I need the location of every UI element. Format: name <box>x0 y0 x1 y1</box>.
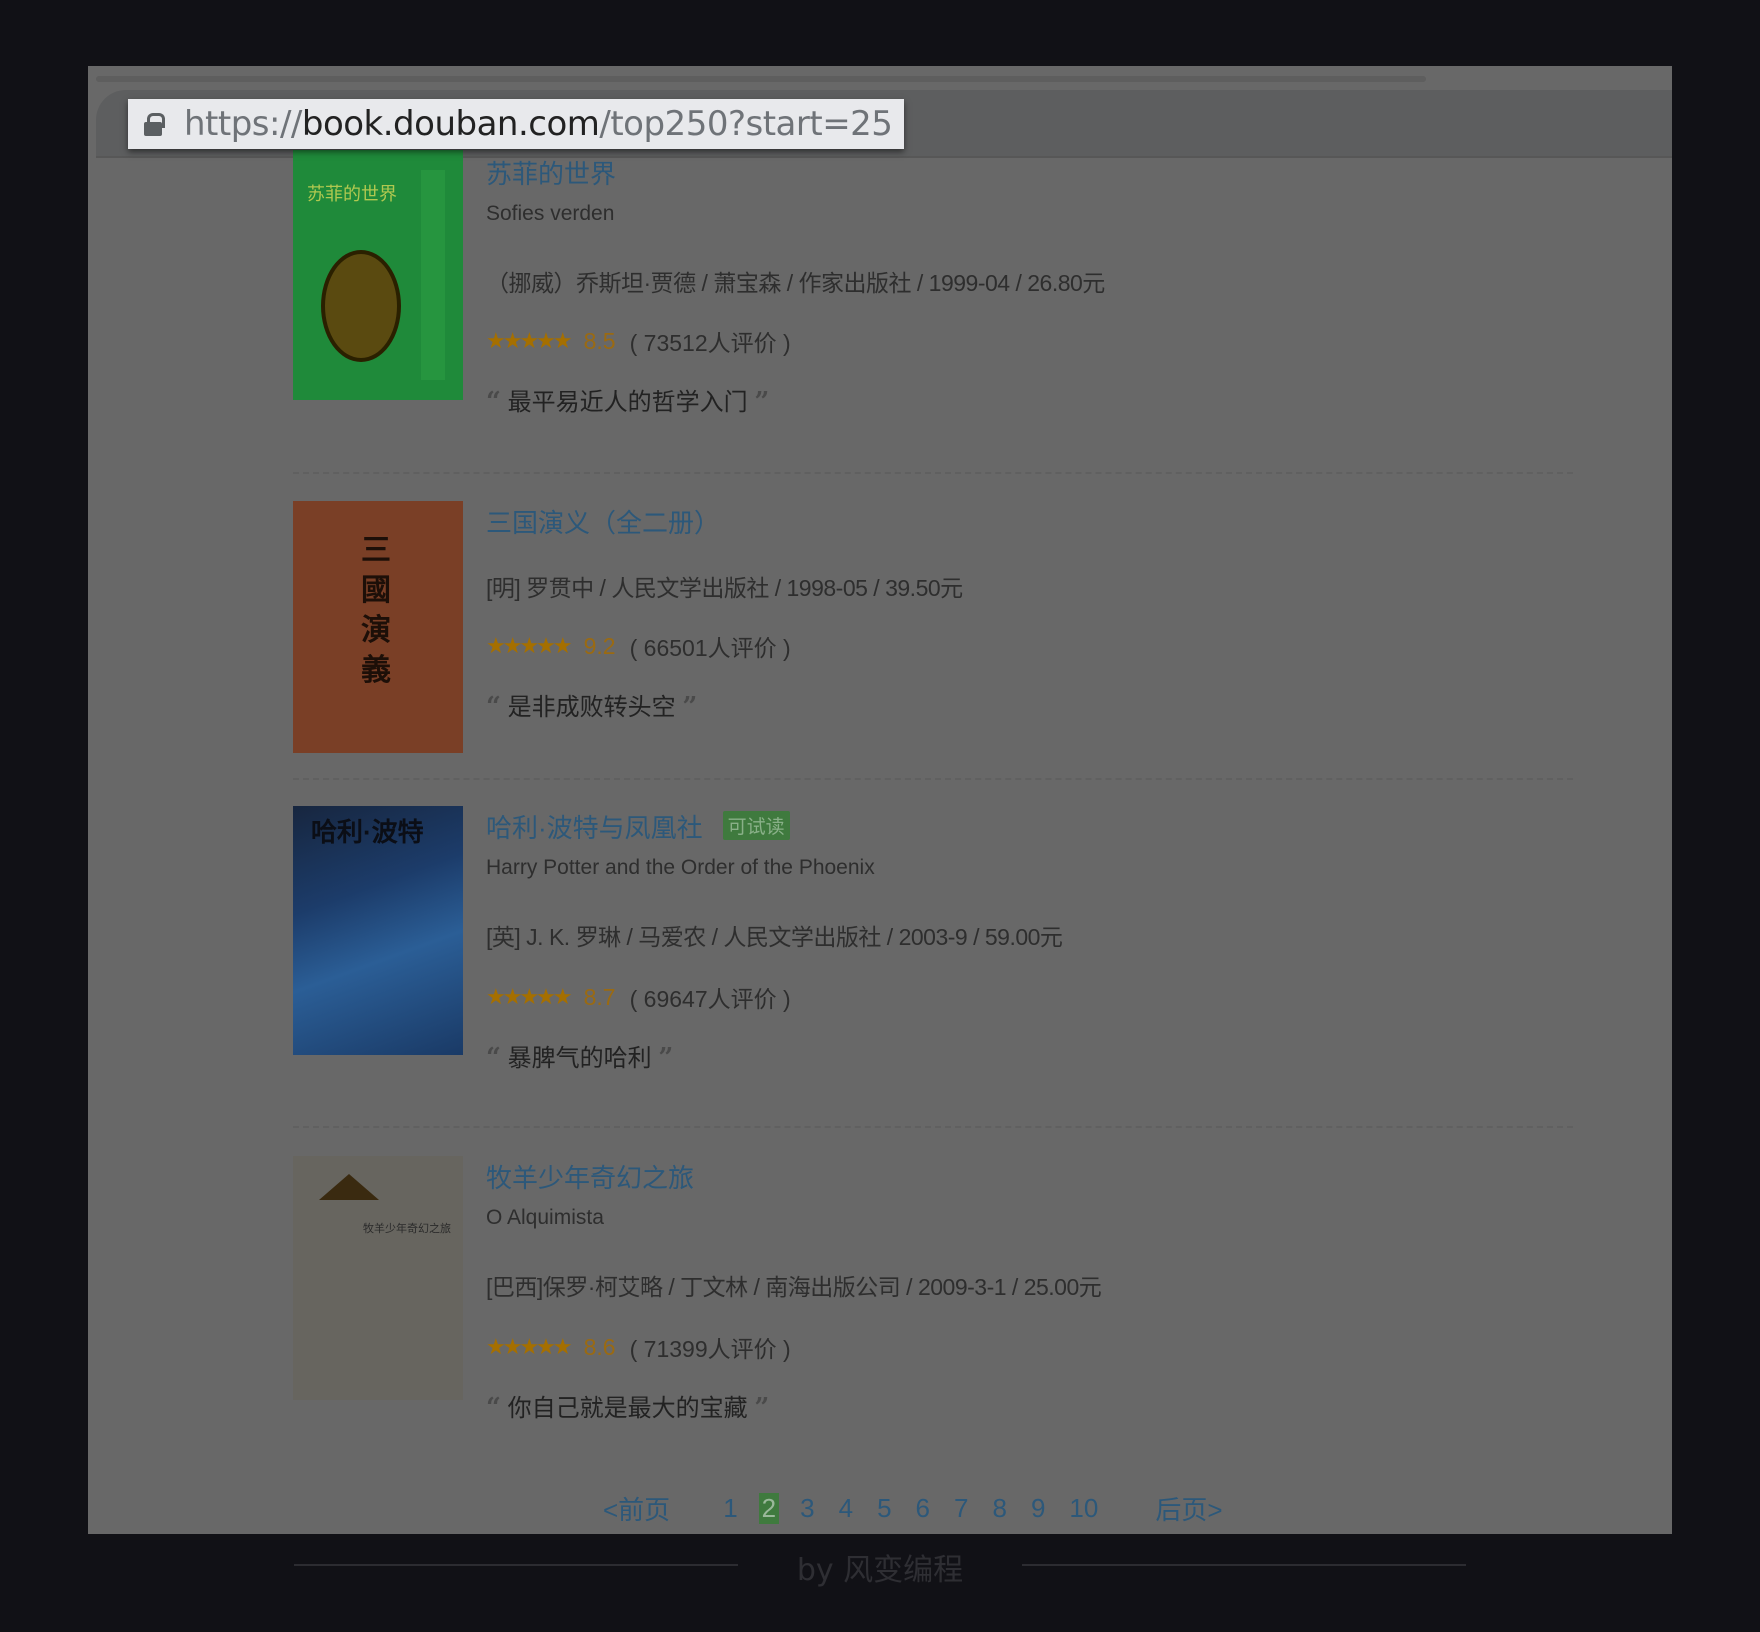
book-subtitle: Sofies verden <box>486 202 615 225</box>
rating-stars-icon: ★★★★★ <box>486 1334 573 1359</box>
book-rating: ★★★★★ 8.7( 69647人评价 ) <box>486 983 791 1013</box>
url-field[interactable]: https://book.douban.com/top250?start=25 <box>128 99 904 149</box>
book-cover[interactable]: 哈利·波特 <box>293 806 463 1055</box>
book-info: （挪威）乔斯坦·贾德 / 萧宝森 / 作家出版社 / 1999-04 / 26.… <box>486 270 1105 296</box>
book-cover[interactable]: 牧羊少年奇幻之旅 <box>293 1156 463 1400</box>
book-title-link[interactable]: 牧羊少年奇幻之旅 <box>486 1158 694 1195</box>
divider <box>293 472 1573 474</box>
page-link[interactable]: 1 <box>720 1493 740 1524</box>
book-quote: “ 暴脾气的哈利 ” <box>486 1043 674 1073</box>
quote-open-icon: “ <box>486 1043 501 1073</box>
footer-credit: by 风变编程 <box>796 1553 964 1588</box>
trial-read-badge[interactable]: 可试读 <box>722 811 790 840</box>
page-link[interactable]: 7 <box>951 1493 971 1524</box>
quote-close-icon: ” <box>754 387 770 417</box>
current-page: 2 <box>758 1493 780 1524</box>
quote-close-icon: ” <box>658 1043 674 1073</box>
book-quote: “ 最平易近人的哲学入门 ” <box>486 387 770 417</box>
book-rating: ★★★★★ 8.6( 71399人评价 ) <box>486 1333 791 1363</box>
divider <box>293 1126 1573 1128</box>
book-title-link[interactable]: 苏菲的世界 <box>486 154 616 191</box>
pagination: <前页 1 2 3 4 5 6 7 8 9 10 后页> <box>603 1490 1223 1527</box>
quote-open-icon: “ <box>486 1393 501 1423</box>
book-title-link[interactable]: 三国演义（全二册） <box>486 503 720 540</box>
book-info: [明] 罗贯中 / 人民文学出版社 / 1998-05 / 39.50元 <box>486 575 963 601</box>
rating-stars-icon: ★★★★★ <box>486 984 573 1009</box>
divider <box>293 778 1573 780</box>
page-link[interactable]: 5 <box>874 1493 894 1524</box>
book-info: [巴西]保罗·柯艾略 / 丁文林 / 南海出版公司 / 2009-3-1 / 2… <box>486 1274 1102 1300</box>
prev-page-link[interactable]: <前页 <box>603 1490 670 1527</box>
page-link[interactable]: 9 <box>1028 1493 1048 1524</box>
next-page-link[interactable]: 后页> <box>1155 1490 1222 1527</box>
rating-stars-icon: ★★★★★ <box>486 633 573 658</box>
book-title-link[interactable]: 哈利·波特与凤凰社 可试读 <box>486 808 790 845</box>
book-rating: ★★★★★ 9.2( 66501人评价 ) <box>486 632 791 662</box>
book-quote: “ 你自己就是最大的宝藏 ” <box>486 1393 770 1423</box>
quote-close-icon: ” <box>682 692 698 722</box>
page-link[interactable]: 3 <box>797 1493 817 1524</box>
page-list: 1 2 3 4 5 6 7 8 9 10 <box>720 1493 1119 1524</box>
lock-icon <box>144 113 165 136</box>
book-rating: ★★★★★ 8.5( 73512人评价 ) <box>486 327 791 357</box>
book-info: [英] J. K. 罗琳 / 马爱农 / 人民文学出版社 / 2003-9 / … <box>486 924 1063 950</box>
page-link[interactable]: 8 <box>989 1493 1009 1524</box>
book-subtitle: O Alquimista <box>486 1206 604 1229</box>
book-subtitle: Harry Potter and the Order of the Phoeni… <box>486 856 875 879</box>
browser-window: https://book.douban.com/top250?start=25 … <box>88 66 1672 1534</box>
quote-close-icon: ” <box>754 1393 770 1423</box>
book-cover[interactable]: 苏菲的世界 <box>293 150 463 400</box>
page-link[interactable]: 6 <box>913 1493 933 1524</box>
quote-open-icon: “ <box>486 692 501 722</box>
page-link[interactable]: 10 <box>1066 1493 1101 1524</box>
page-link[interactable]: 4 <box>836 1493 856 1524</box>
book-cover[interactable]: 三國演義 <box>293 501 463 753</box>
rating-stars-icon: ★★★★★ <box>486 328 573 353</box>
book-quote: “ 是非成败转头空 ” <box>486 692 698 722</box>
tab-strip <box>96 76 1426 82</box>
quote-open-icon: “ <box>486 387 501 417</box>
